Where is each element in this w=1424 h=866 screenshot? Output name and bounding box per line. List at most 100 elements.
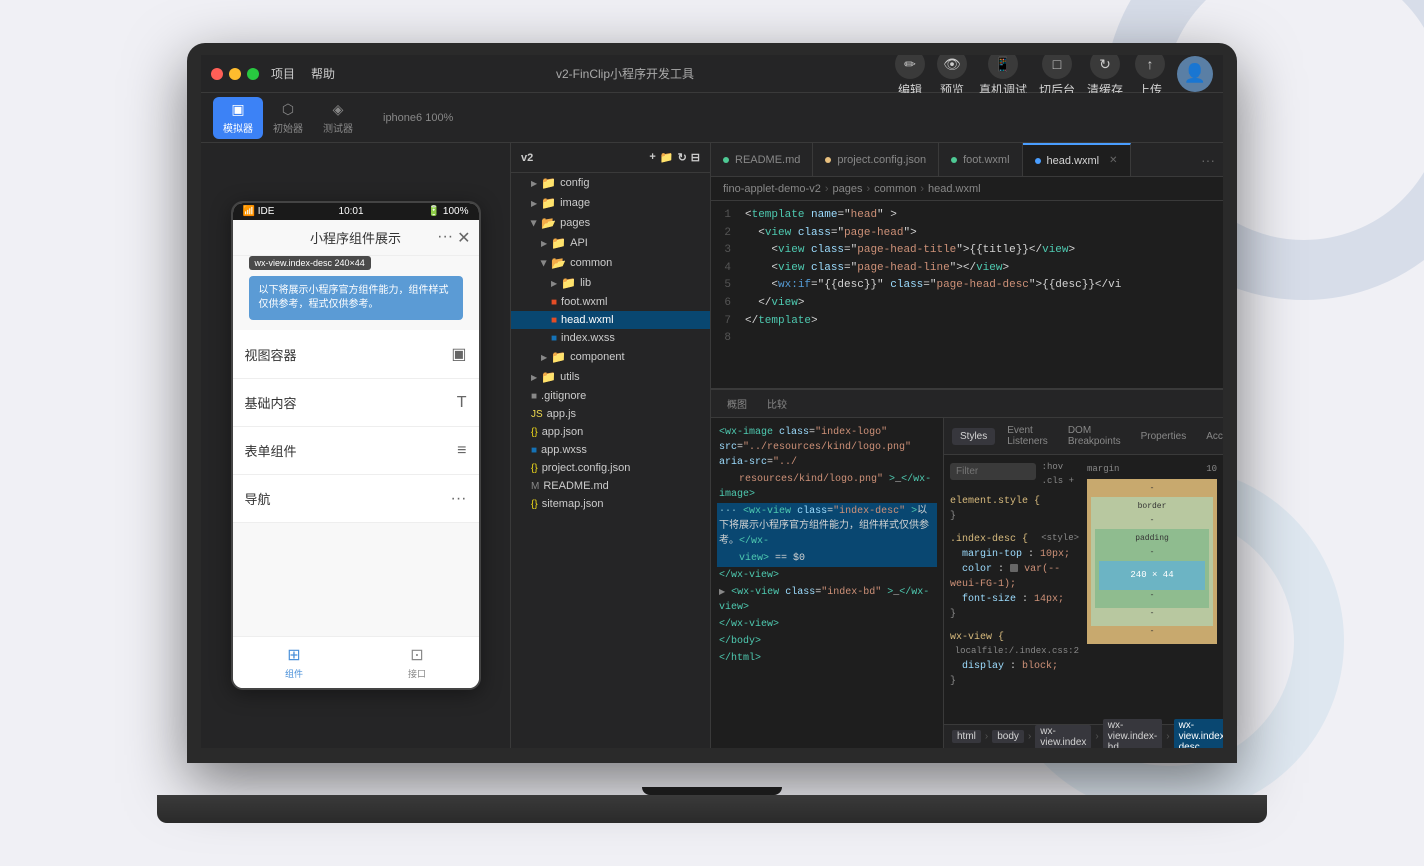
tab-more-button[interactable]: ··· <box>1193 143 1223 176</box>
maximize-button[interactable] <box>247 68 259 80</box>
toolbar-upload[interactable]: ↑ 上传 <box>1135 55 1165 98</box>
html-tree-line-9[interactable]: </html> <box>717 650 937 667</box>
inspector-tab-overview[interactable]: 概图 <box>719 393 755 414</box>
refresh-icon[interactable]: ↻ <box>678 151 687 164</box>
styles-tab-events[interactable]: Event Listeners <box>999 422 1056 450</box>
folder-icon: 📁 <box>541 176 556 190</box>
file-icon: ■ <box>531 445 537 456</box>
styles-tab-dom[interactable]: DOM Breakpoints <box>1060 422 1129 450</box>
device-btn-test[interactable]: ◈ 测试器 <box>313 97 363 139</box>
tree-item-gitignore[interactable]: ■ .gitignore <box>511 387 710 405</box>
tree-item-label: app.json <box>542 426 584 438</box>
toolbar-preview[interactable]: 👁 预览 <box>937 55 967 98</box>
tree-item-app-json[interactable]: {} app.json <box>511 423 710 441</box>
tree-item-lib[interactable]: ▶ 📁 lib <box>511 273 710 293</box>
tab-head-wxml[interactable]: head.wxml ✕ <box>1023 143 1131 176</box>
breadcrumb-common[interactable]: common <box>874 183 916 195</box>
elem-tag-wx-view-desc[interactable]: wx-view.index-desc <box>1174 719 1223 748</box>
elem-tag-wx-view-hd[interactable]: wx-view.index-hd <box>1103 719 1162 748</box>
rule-selector: element.style { <box>950 494 1079 509</box>
html-tree-line-1[interactable]: <wx-image class="index-logo" src="../res… <box>717 424 937 471</box>
tree-item-readme[interactable]: M README.md <box>511 477 710 495</box>
html-tree-line-6[interactable]: ▶ <wx-view class="index-bd" >_</wx-view> <box>717 584 937 616</box>
toolbar-background[interactable]: □ 切后台 <box>1039 55 1075 98</box>
tab-close-icon[interactable]: ✕ <box>1109 155 1117 166</box>
list-icon-0: ▣ <box>451 344 466 364</box>
elem-tag-html[interactable]: html <box>952 730 981 743</box>
tab-dot <box>1035 158 1041 164</box>
tree-item-common[interactable]: ▶ 📂 common <box>511 253 710 273</box>
device-selector-bar: ▣ 模拟器 ⬡ 初始器 ◈ 测试器 iphone6 100% <box>201 93 1223 143</box>
chevron-icon: ▶ <box>541 353 547 362</box>
inspector-tab-compare[interactable]: 比较 <box>759 393 795 414</box>
toolbar-edit[interactable]: ✏ 编辑 <box>895 55 925 98</box>
window-controls <box>211 68 259 80</box>
device-btn-simulator[interactable]: ▣ 模拟器 <box>213 97 263 139</box>
html-tree-line-7[interactable]: </wx-view> <box>717 616 937 633</box>
phone-list-item-2[interactable]: 表单组件 ≡ <box>233 427 479 475</box>
phone-title-more[interactable]: ··· ✕ <box>437 228 470 248</box>
tree-item-image[interactable]: ▶ 📁 image <box>511 193 710 213</box>
tree-item-label: .gitignore <box>541 390 586 402</box>
tab-foot-wxml[interactable]: foot.wxml <box>939 143 1022 176</box>
title-bar: 项目 帮助 v2-FinClip小程序开发工具 ✏ 编辑 👁 预览 <box>201 55 1223 93</box>
tree-item-head-wxml[interactable]: ■ head.wxml <box>511 311 710 329</box>
tree-item-component[interactable]: ▶ 📁 component <box>511 347 710 367</box>
file-icon: M <box>531 481 539 492</box>
html-tree-line-5[interactable]: </wx-view> <box>717 567 937 584</box>
new-folder-icon[interactable]: 📁 <box>660 151 674 164</box>
phone-list-item-0[interactable]: 视图容器 ▣ <box>233 330 479 379</box>
tree-item-pages[interactable]: ▶ 📂 pages <box>511 213 710 233</box>
code-line-6: 6 </view> <box>711 295 1223 313</box>
toolbar-simulator[interactable]: 📱 真机调试 <box>979 55 1027 98</box>
close-button[interactable] <box>211 68 223 80</box>
collapse-icon[interactable]: ⊟ <box>691 151 700 164</box>
styles-tab-styles[interactable]: Styles <box>952 428 995 445</box>
html-tree-line-4[interactable]: view> == $0 <box>717 550 937 567</box>
tree-item-app-wxss[interactable]: ■ app.wxss <box>511 441 710 459</box>
test-mode-icon: ◈ <box>333 101 344 118</box>
phone-nav-component[interactable]: ⊞ 组件 <box>233 637 356 688</box>
tree-item-utils[interactable]: ▶ 📁 utils <box>511 367 710 387</box>
styles-filter-input[interactable] <box>950 463 1036 480</box>
tab-readme[interactable]: README.md <box>711 143 813 176</box>
html-tree-line-3[interactable]: ··· <wx-view class="index-desc" >以下将展示小程… <box>717 503 937 550</box>
app-window: 项目 帮助 v2-FinClip小程序开发工具 ✏ 编辑 👁 预览 <box>201 55 1223 748</box>
styles-tab-properties[interactable]: Properties <box>1133 428 1195 445</box>
html-tree-line-2[interactable]: resources/kind/logo.png" >_</wx-image> <box>717 471 937 503</box>
html-tree-line-8[interactable]: </body> <box>717 633 937 650</box>
device-btn-initial[interactable]: ⬡ 初始器 <box>263 97 313 139</box>
tree-item-project-config[interactable]: {} project.config.json <box>511 459 710 477</box>
elem-tag-body[interactable]: body <box>992 730 1024 743</box>
code-line-5: 5 <wx:if="{{desc}}" class="page-head-des… <box>711 277 1223 295</box>
menu-item-help[interactable]: 帮助 <box>311 65 335 82</box>
tree-item-foot-wxml[interactable]: ■ foot.wxml <box>511 293 710 311</box>
tab-project-config[interactable]: project.config.json <box>813 143 939 176</box>
simulator-icon: 📱 <box>988 55 1018 79</box>
tree-item-app-js[interactable]: JS app.js <box>511 405 710 423</box>
code-line-1: 1 <template name="head" > <box>711 207 1223 225</box>
file-icon: JS <box>531 409 543 420</box>
tree-item-config[interactable]: ▶ 📁 config <box>511 173 710 193</box>
toolbar-cache[interactable]: ↻ 清缓存 <box>1087 55 1123 98</box>
phone-list-item-3[interactable]: 导航 ··· <box>233 475 479 523</box>
elem-tag-wx-view-index[interactable]: wx-view.index <box>1035 725 1091 749</box>
folder-icon: 📂 <box>551 256 566 270</box>
tree-item-sitemap[interactable]: {} sitemap.json <box>511 495 710 513</box>
styles-tab-accessibility[interactable]: Accessibility <box>1198 428 1223 445</box>
breadcrumb-pages[interactable]: pages <box>833 183 863 195</box>
phone-nav-interface[interactable]: ⊡ 接口 <box>356 637 479 688</box>
breadcrumb-root[interactable]: fino-applet-demo-v2 <box>723 183 821 195</box>
tree-item-index-wxss[interactable]: ■ index.wxss <box>511 329 710 347</box>
code-editor[interactable]: 1 <template name="head" > 2 <box>711 201 1223 388</box>
user-avatar[interactable]: 👤 <box>1177 56 1213 92</box>
new-file-icon[interactable]: + <box>649 151 655 164</box>
file-tree-header: v2 + 📁 ↻ ⊟ <box>511 143 710 173</box>
tree-item-api[interactable]: ▶ 📁 API <box>511 233 710 253</box>
styles-panel: Styles Event Listeners DOM Breakpoints P… <box>943 418 1223 748</box>
minimize-button[interactable] <box>229 68 241 80</box>
phone-list-item-1[interactable]: 基础内容 T <box>233 379 479 427</box>
breadcrumb-file[interactable]: head.wxml <box>928 183 981 195</box>
edit-icon: ✏ <box>895 55 925 79</box>
menu-item-project[interactable]: 项目 <box>271 65 295 82</box>
